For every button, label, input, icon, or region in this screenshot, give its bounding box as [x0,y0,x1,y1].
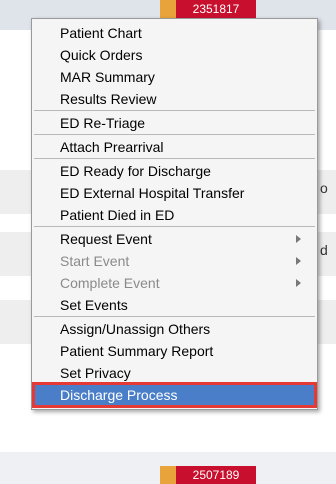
menu-item-start-event: Start Event [34,250,315,272]
menu-item-label: MAR Summary [60,69,155,85]
menu-item-label: Patient Died in ED [60,207,175,223]
menu-item-label: ED Ready for Discharge [60,163,211,179]
menu-item-ed-external-hospital-transfer[interactable]: ED External Hospital Transfer [34,182,315,204]
menu-item-label: Attach Prearrival [60,139,164,155]
status-color-cell [160,466,176,484]
menu-item-label: Set Privacy [60,365,131,381]
menu-item-set-events[interactable]: Set Events [34,294,315,316]
menu-item-label: Patient Summary Report [60,343,214,359]
menu-item-complete-event: Complete Event [34,272,315,294]
menu-item-patient-chart[interactable]: Patient Chart [34,22,315,44]
menu-item-label: ED External Hospital Transfer [60,185,245,201]
submenu-arrow-icon [296,279,301,287]
menu-item-mar-summary[interactable]: MAR Summary [34,66,315,88]
menu-separator [34,226,315,227]
menu-item-label: Complete Event [60,275,160,291]
menu-item-patient-summary-report[interactable]: Patient Summary Report [34,340,315,362]
menu-separator [34,110,315,111]
menu-item-set-privacy[interactable]: Set Privacy [34,362,315,384]
menu-item-label: Patient Chart [60,25,142,41]
menu-item-quick-orders[interactable]: Quick Orders [34,44,315,66]
menu-separator [34,316,315,317]
menu-separator [34,158,315,159]
patient-context-menu: Patient Chart Quick Orders MAR Summary Resu… [31,18,318,410]
menu-item-label: Assign/Unassign Others [60,321,211,337]
menu-item-assign-unassign-others[interactable]: Assign/Unassign Others [34,318,315,340]
menu-item-label: Quick Orders [60,47,143,63]
menu-item-results-review[interactable]: Results Review [34,88,315,110]
menu-separator [34,134,315,135]
menu-item-label: Start Event [60,253,130,269]
id-badge: 2507189 [176,466,256,484]
menu-item-label: Results Review [60,91,157,107]
status-color-cell [160,0,176,18]
background-footer-row: 2507189 [0,452,336,484]
menu-item-request-event[interactable]: Request Event [34,228,315,250]
menu-item-label: ED Re-Triage [60,115,146,131]
menu-item-ed-ready-for-discharge[interactable]: ED Ready for Discharge [34,160,315,182]
menu-item-discharge-process[interactable]: Discharge Process [32,382,317,408]
background-text-fragment: o [320,180,328,196]
menu-item-label: Set Events [60,297,128,313]
menu-item-attach-prearrival[interactable]: Attach Prearrival [34,136,315,158]
background-text-fragment: d [320,242,328,258]
id-badge: 2351817 [176,0,256,18]
menu-item-patient-died-in-ed[interactable]: Patient Died in ED [34,204,315,226]
submenu-arrow-icon [296,257,301,265]
menu-item-label: Request Event [60,231,152,247]
submenu-arrow-icon [296,235,301,243]
menu-item-label: Discharge Process [60,387,178,403]
menu-item-ed-re-triage[interactable]: ED Re-Triage [34,112,315,134]
